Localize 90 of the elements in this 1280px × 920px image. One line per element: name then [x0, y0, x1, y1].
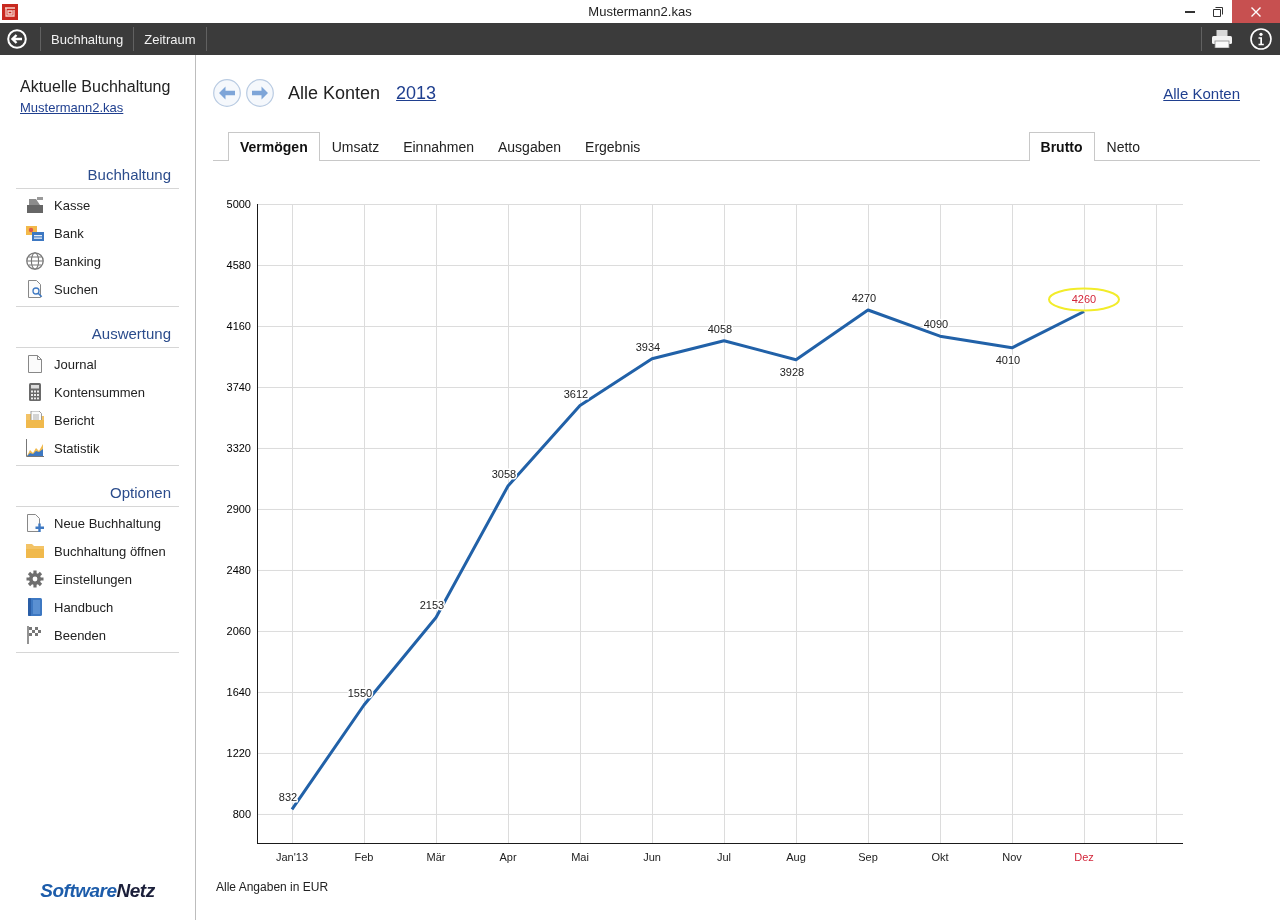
- sidebar-item[interactable]: Bank: [16, 219, 179, 247]
- checkered-flag-icon: [26, 626, 44, 644]
- x-axis-label: Dez: [1074, 851, 1094, 863]
- year-link[interactable]: 2013: [396, 82, 437, 104]
- section-title: Optionen: [16, 483, 179, 507]
- y-axis-label: 3740: [226, 381, 251, 393]
- data-label: 1550: [347, 687, 373, 700]
- data-label: 3934: [635, 340, 661, 353]
- tab[interactable]: Netto: [1094, 132, 1152, 161]
- data-label: 4010: [995, 353, 1021, 366]
- x-axis-label: Nov: [1002, 851, 1022, 863]
- page-title: Alle Konten: [288, 82, 381, 104]
- document-plus-icon: [26, 514, 44, 532]
- x-axis-label: Sep: [858, 851, 878, 863]
- y-axis-label: 4580: [226, 259, 251, 271]
- x-axis-label: Jan'13: [275, 851, 309, 863]
- calculator-icon: [26, 383, 44, 401]
- restore-icon: [1213, 6, 1223, 17]
- y-axis-label: 800: [232, 807, 251, 820]
- app-icon: [2, 3, 18, 20]
- printer-icon: [1212, 30, 1232, 48]
- sidebar-item[interactable]: Banking: [16, 247, 179, 275]
- sidebar-item[interactable]: Bericht: [16, 406, 179, 434]
- accounts-link[interactable]: Alle Konten: [1163, 84, 1240, 102]
- folder-document-icon: [26, 411, 44, 429]
- back-icon: [7, 29, 27, 49]
- y-axis-label: 3320: [226, 442, 251, 454]
- x-axis-label: Mär: [426, 851, 446, 863]
- window-title: Mustermann2.kas: [588, 4, 692, 19]
- minimize-icon: [1185, 10, 1195, 13]
- sidebar-heading: Aktuelle Buchhaltung: [20, 77, 171, 96]
- tab[interactable]: Umsatz: [319, 132, 392, 161]
- globe-icon: [26, 252, 44, 270]
- y-axis-label: 2060: [226, 624, 251, 637]
- sidebar-item[interactable]: Journal: [16, 350, 179, 378]
- document-search-icon: [26, 280, 44, 298]
- y-axis-label: 2900: [226, 503, 251, 515]
- file-link[interactable]: Mustermann2.kas: [20, 100, 124, 116]
- area-chart-icon: [26, 439, 44, 457]
- sidebar-item[interactable]: Handbuch: [16, 593, 179, 621]
- sidebar-item[interactable]: Suchen: [16, 275, 179, 303]
- sidebar-item[interactable]: Beenden: [16, 621, 179, 649]
- data-label: 4058: [707, 322, 733, 335]
- sidebar-item[interactable]: Statistik: [16, 434, 179, 462]
- y-axis-label: 4160: [226, 320, 251, 332]
- info-icon: [1250, 28, 1272, 50]
- sidebar-item[interactable]: Kasse: [16, 191, 179, 219]
- data-label: 3058: [491, 468, 517, 481]
- y-axis-label: 1640: [226, 685, 251, 698]
- x-axis-label: Okt: [931, 851, 949, 863]
- data-label: 4270: [851, 292, 877, 304]
- cash-register-icon: [26, 196, 44, 214]
- x-axis-label: Mai: [571, 851, 589, 863]
- x-axis-label: Aug: [786, 851, 806, 863]
- cards-icon: [26, 224, 44, 242]
- toolbar-button[interactable]: Buchhaltung: [41, 23, 134, 55]
- next-button[interactable]: [246, 79, 274, 107]
- tab[interactable]: Brutto: [1028, 132, 1095, 161]
- close-icon: [1251, 6, 1261, 17]
- currency-note: Alle Angaben in EUR: [216, 880, 329, 894]
- data-label: 4090: [923, 318, 949, 331]
- previous-button[interactable]: [213, 79, 241, 107]
- document-icon: [26, 355, 44, 373]
- section-title: Auswertung: [16, 324, 179, 348]
- tab[interactable]: Einnahmen: [391, 132, 486, 161]
- data-label: 832: [278, 791, 298, 804]
- tab[interactable]: Ausgaben: [486, 132, 574, 161]
- toolbar-button[interactable]: Zeitraum: [134, 23, 206, 55]
- x-axis-label: Jun: [643, 851, 661, 863]
- y-axis-label: 5000: [226, 198, 251, 210]
- sidebar-item[interactable]: Kontensummen: [16, 378, 179, 406]
- tab[interactable]: Ergebnis: [573, 132, 653, 161]
- data-label: 4260: [1071, 293, 1097, 306]
- x-axis-label: Jul: [716, 851, 732, 863]
- x-axis-label: Apr: [499, 851, 517, 863]
- tab[interactable]: Vermögen: [228, 132, 320, 161]
- sidebar-item[interactable]: Neue Buchhaltung: [16, 509, 179, 537]
- sidebar-item[interactable]: Buchhaltung öffnen: [16, 537, 179, 565]
- sidebar-item[interactable]: Einstellungen: [16, 565, 179, 593]
- y-axis-label: 1220: [226, 746, 251, 759]
- section-title: Buchhaltung: [16, 165, 179, 189]
- y-axis-label: 2480: [226, 563, 251, 576]
- brand-logo: SoftwareNetz: [40, 880, 155, 902]
- x-axis-label: Feb: [354, 851, 374, 863]
- folder-icon: [26, 542, 44, 560]
- data-label: 3612: [563, 387, 589, 400]
- settings-icon: [26, 570, 44, 588]
- book-icon: [26, 598, 44, 616]
- highlight-ring-icon: [1048, 287, 1120, 312]
- data-label: 3928: [779, 365, 805, 378]
